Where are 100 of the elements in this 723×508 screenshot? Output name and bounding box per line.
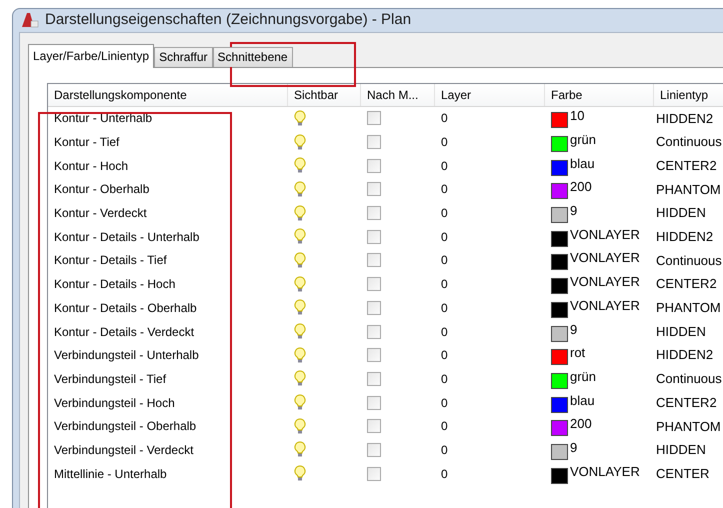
table-cell-text: Kontur - Details - Verdeckt <box>53 324 196 341</box>
table-cell-text: Continuous <box>655 252 723 270</box>
table-cell: blau <box>570 156 595 172</box>
table-cell: 9 <box>570 203 578 220</box>
table-cell-text: Verbindungsteil - Verdeckt <box>53 442 194 459</box>
lightbulb-icon[interactable] <box>294 134 306 151</box>
table-cell-text: 0 <box>440 205 449 222</box>
lightbulb-icon[interactable] <box>294 465 306 482</box>
table-cell: 9 <box>570 440 578 456</box>
table-cell-text: Verbindungsteil - Hoch <box>53 394 176 412</box>
table-cell-text: Verbindungsteil - Unterhalb <box>53 347 200 364</box>
table-cell: 200 <box>570 416 592 432</box>
table-cell-text: Verbindungsteil - Tief <box>53 370 168 388</box>
checkbox[interactable] <box>367 466 381 481</box>
table-cell-text: Verbindungsteil - Oberhalb <box>53 418 198 436</box>
lightbulb-icon[interactable] <box>294 323 306 340</box>
checkbox[interactable] <box>367 253 381 268</box>
table-cell-text: HIDDEN2 <box>655 346 714 364</box>
lightbulb-icon[interactable] <box>294 157 306 174</box>
checkbox[interactable] <box>367 230 381 244</box>
checkbox[interactable] <box>367 206 381 220</box>
lightbulb-icon[interactable] <box>294 110 306 127</box>
table-cell-text: Kontur - Details - Oberhalb <box>53 300 198 317</box>
table-cell-text: 0 <box>440 181 449 198</box>
table-cell-text: 0 <box>440 110 449 128</box>
lightbulb-icon[interactable] <box>294 299 306 316</box>
table-cell: VONLAYER <box>570 298 640 314</box>
table-cell-text: 0 <box>440 276 449 294</box>
table-cell-text: Continuous <box>655 370 723 388</box>
column-header[interactable]: Linientyp <box>654 84 723 106</box>
table-cell-text: Kontur - Unterhalb <box>53 110 154 128</box>
lightbulb-icon[interactable] <box>294 370 306 388</box>
table-cell: VONLAYER <box>570 226 640 243</box>
tab[interactable]: Layer/Farbe/Linientyp <box>28 44 154 68</box>
table-cell-text: CENTER <box>655 464 710 483</box>
table-cell-text: 0 <box>440 394 449 412</box>
column-header[interactable]: Nach M... <box>361 84 435 106</box>
table-cell-text: HIDDEN2 <box>655 110 714 128</box>
table-cell-text: 0 <box>440 370 449 388</box>
table-cell: grün <box>570 368 596 385</box>
lightbulb-icon[interactable] <box>294 394 306 412</box>
table-cell-text: Kontur - Details - Hoch <box>53 276 176 294</box>
checkbox[interactable] <box>367 324 381 339</box>
table-cell: blau <box>570 392 595 409</box>
lightbulb-icon[interactable] <box>294 346 306 364</box>
table-cell: VONLAYER <box>570 464 640 480</box>
table-cell: grün <box>570 132 596 148</box>
table-cell-text: Kontur - Hoch <box>53 158 130 175</box>
lightbulb-icon[interactable] <box>294 441 306 458</box>
table-cell-text: PHANTOM <box>655 299 722 318</box>
checkbox[interactable] <box>367 135 381 150</box>
table-cell-text: 0 <box>440 418 449 436</box>
checkbox[interactable] <box>367 277 381 292</box>
table-cell-text: 0 <box>440 442 449 459</box>
table-cell-text: HIDDEN <box>655 204 707 222</box>
checkbox[interactable] <box>367 348 381 362</box>
table-cell-text: Mittellinie - Unterhalb <box>53 466 168 483</box>
checkbox[interactable] <box>367 372 381 386</box>
lightbulb-icon[interactable] <box>294 204 306 222</box>
table-cell-text: 0 <box>440 324 449 341</box>
checkbox[interactable] <box>367 396 381 410</box>
column-header[interactable]: Darstellungskomponente <box>48 84 288 106</box>
column-header[interactable]: Layer <box>435 84 545 106</box>
table-cell-text: CENTER2 <box>655 156 718 175</box>
checkbox[interactable] <box>367 419 381 434</box>
lightbulb-icon[interactable] <box>294 276 306 293</box>
table-cell-text: Kontur - Details - Tief <box>53 252 168 270</box>
table-cell-text: Continuous <box>655 133 723 152</box>
lightbulb-icon[interactable] <box>294 180 306 198</box>
table-cell-text: Kontur - Verdeckt <box>53 205 148 222</box>
checkbox[interactable] <box>367 182 381 196</box>
column-header[interactable]: Sichtbar <box>288 84 361 106</box>
table-cell-text: 0 <box>440 347 449 364</box>
table-cell-text: 0 <box>440 466 449 483</box>
table-cell-text: HIDDEN <box>655 441 707 460</box>
column-header[interactable]: Farbe <box>545 84 654 106</box>
checkbox[interactable] <box>367 442 381 457</box>
app-logo-icon <box>21 12 39 28</box>
checkbox[interactable] <box>367 300 381 315</box>
table-cell-text: 0 <box>440 228 449 246</box>
tab[interactable]: Schnittebene <box>212 46 293 66</box>
table-cell-text: Kontur - Tief <box>53 134 120 152</box>
table-cell-text: HIDDEN <box>655 322 707 341</box>
table-cell-text: Kontur - Oberhalb <box>53 181 150 198</box>
lightbulb-icon[interactable] <box>294 228 306 246</box>
checkbox[interactable] <box>367 158 381 173</box>
table-cell: 10 <box>570 108 584 124</box>
window-title: Darstellungseigenschaften (Zeichnungsvorgabe) - Plan <box>45 10 412 30</box>
table-cell: VONLAYER <box>570 250 640 266</box>
table-cell-text: CENTER2 <box>655 394 718 412</box>
table-cell: 200 <box>570 179 592 196</box>
table-cell-text: HIDDEN2 <box>655 228 714 246</box>
tab[interactable]: Schraffur <box>154 46 213 66</box>
table-cell-text: 0 <box>440 300 449 317</box>
lightbulb-icon[interactable] <box>294 418 306 435</box>
lightbulb-icon[interactable] <box>294 252 306 269</box>
table-cell: VONLAYER <box>570 274 640 290</box>
checkbox[interactable] <box>367 111 381 126</box>
table-cell-text: 0 <box>440 134 449 152</box>
table-cell-text: CENTER2 <box>655 275 718 294</box>
